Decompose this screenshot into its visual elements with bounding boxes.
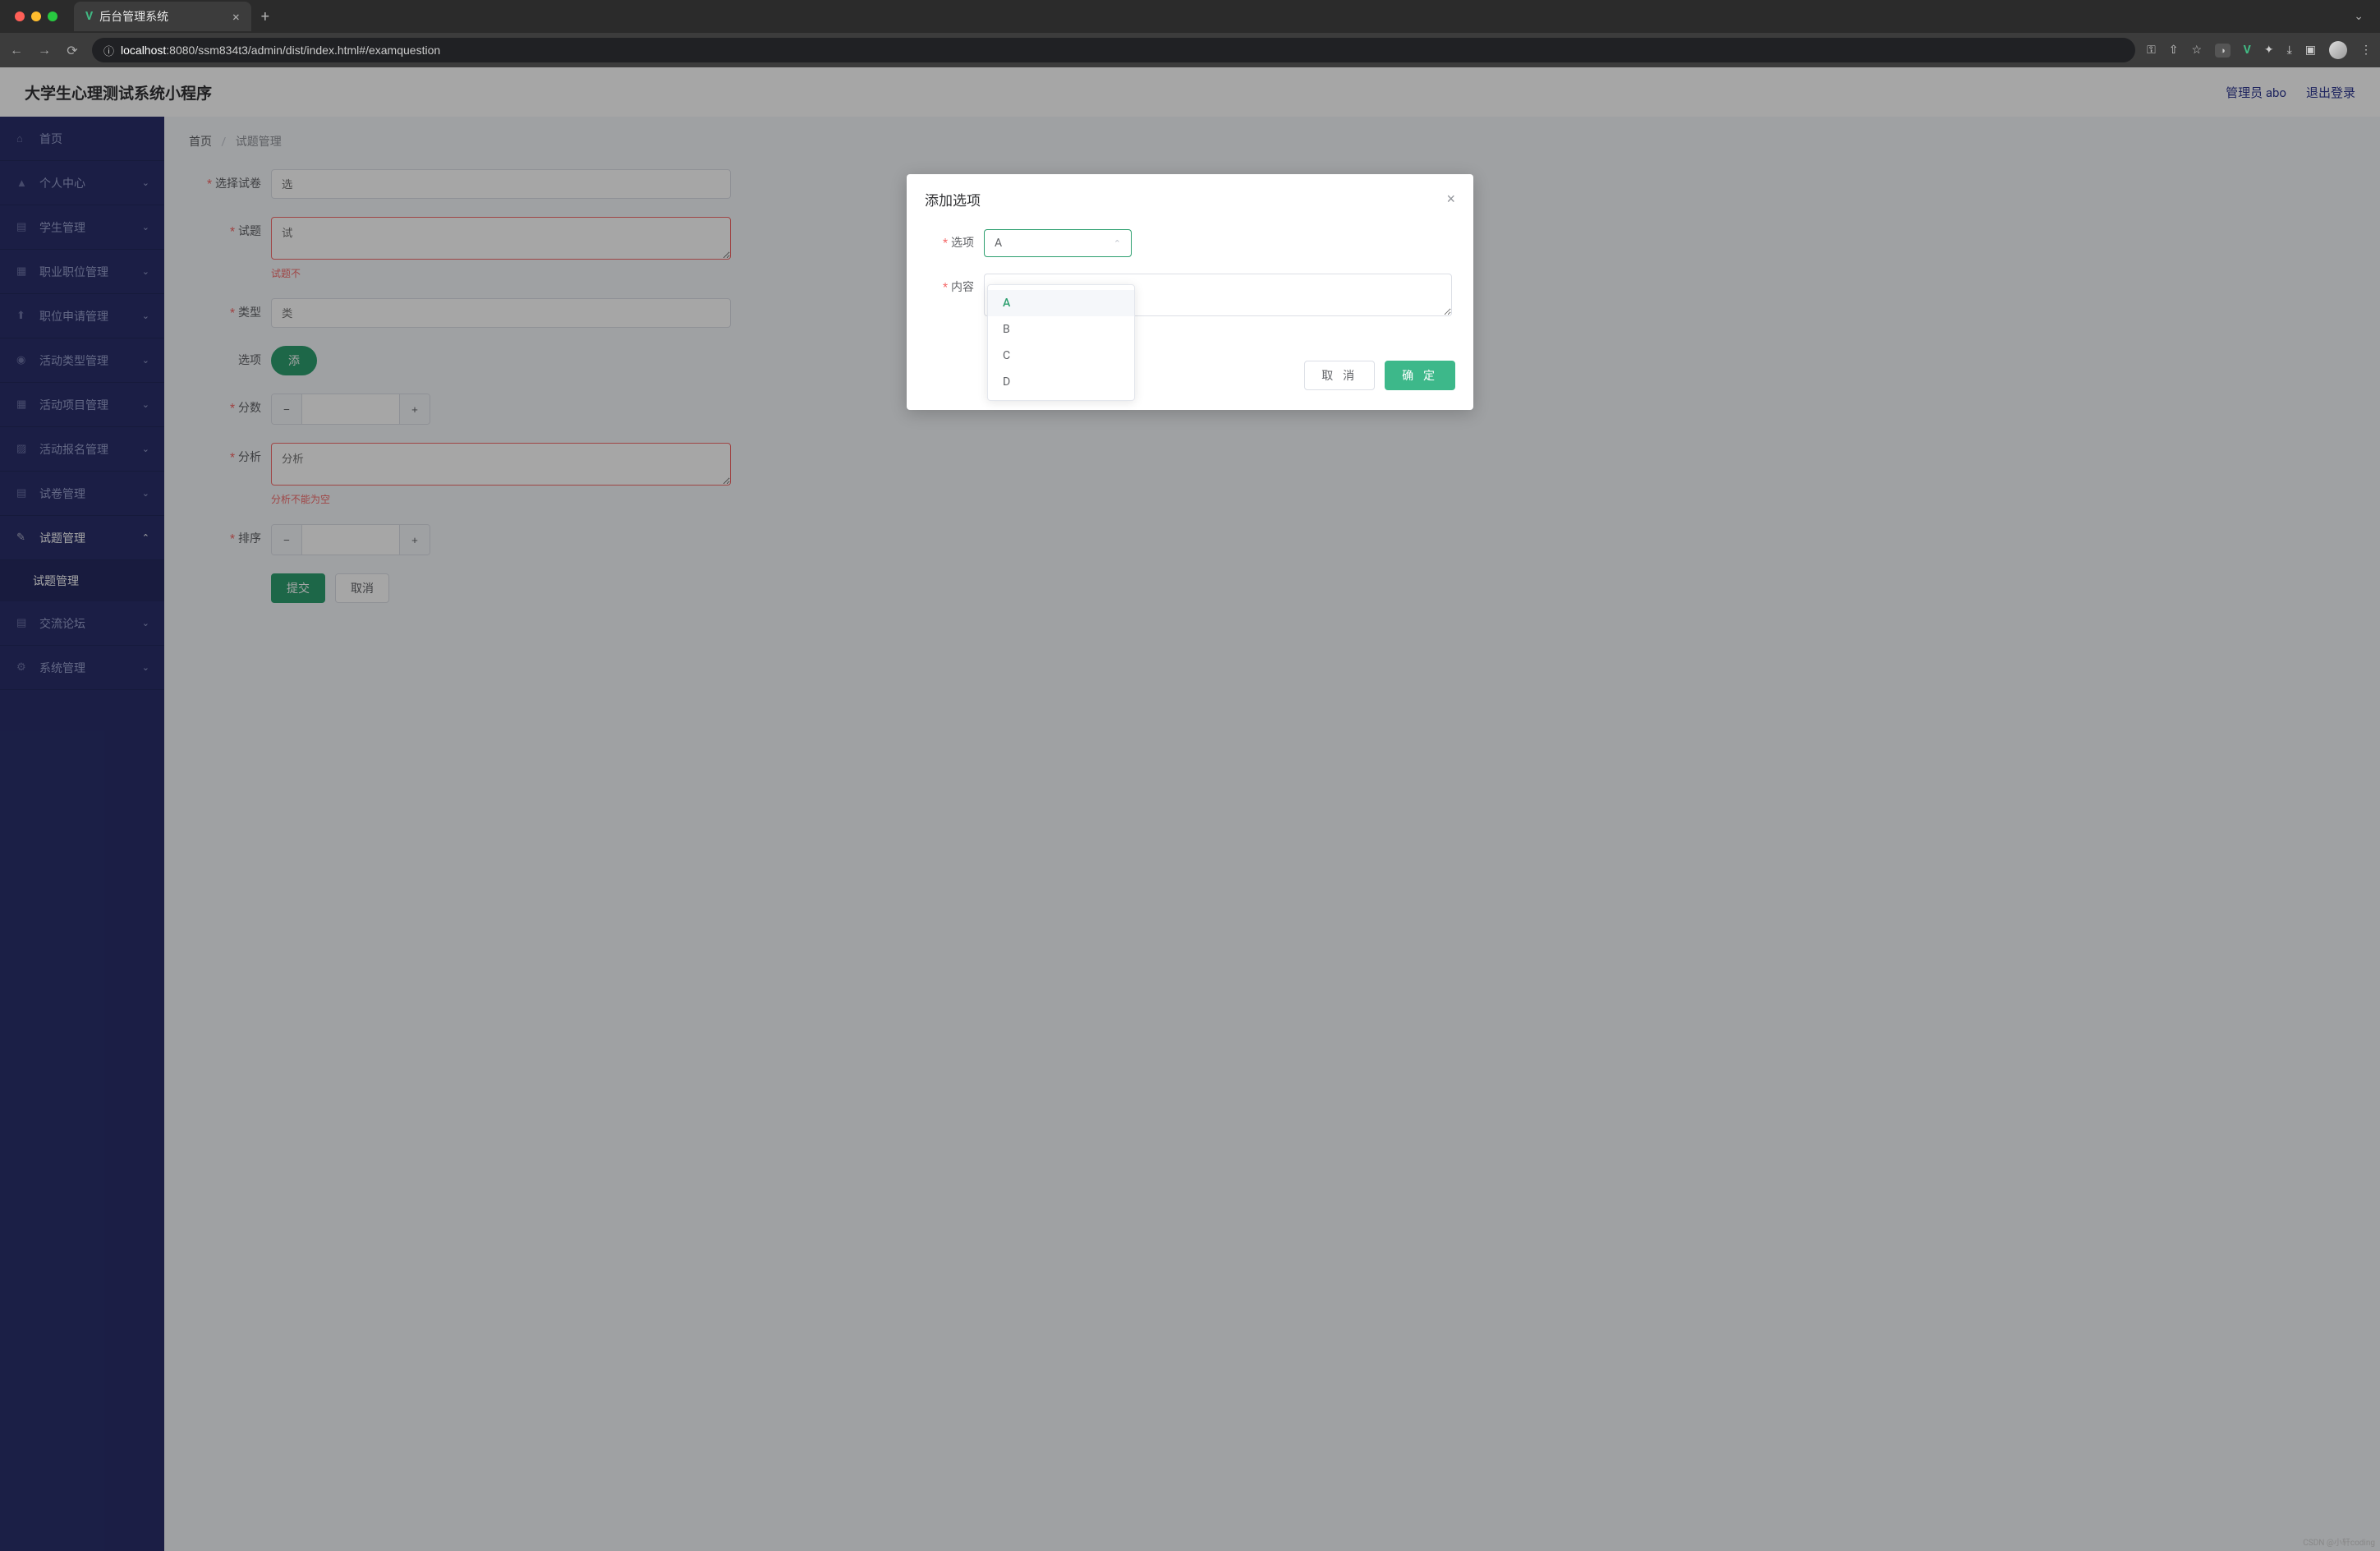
address-bar[interactable]: ⓘ localhost:8080/ssm834t3/admin/dist/ind…: [92, 38, 2135, 62]
label-content: 内容: [926, 274, 984, 301]
modal-ok-button[interactable]: 确 定: [1385, 361, 1455, 390]
add-option-modal: 添加选项 × 选项 A ⌃ 内容: [907, 174, 1473, 410]
dropdown-item-a[interactable]: A: [988, 290, 1134, 316]
option-select-value: A: [995, 237, 1002, 250]
maximize-window-icon[interactable]: [48, 12, 57, 21]
watermark: CSDN @小轩coding: [2303, 1535, 2375, 1548]
close-window-icon[interactable]: [15, 12, 25, 21]
menu-icon[interactable]: ⋮: [2360, 44, 2372, 57]
back-icon[interactable]: ←: [8, 42, 25, 58]
tab-overflow-icon[interactable]: ⌄: [2354, 10, 2364, 23]
downloads-icon[interactable]: ⤓: [2287, 44, 2292, 57]
key-icon[interactable]: ⚿: [2147, 44, 2156, 57]
vue-devtools-icon[interactable]: V: [2244, 44, 2251, 57]
option-select[interactable]: A ⌃: [984, 229, 1132, 257]
close-tab-icon[interactable]: ×: [232, 9, 240, 25]
chevron-up-icon: ⌃: [1114, 238, 1121, 249]
modal-close-button[interactable]: ×: [1446, 191, 1455, 208]
app-root: 大学生心理测试系统小程序 管理员 abo 退出登录 ⌂首页 ▲个人中心⌄ ▤学生…: [0, 67, 2380, 1551]
minimize-window-icon[interactable]: [31, 12, 41, 21]
modal-cancel-button[interactable]: 取 消: [1304, 361, 1375, 390]
panel-icon[interactable]: ▣: [2305, 44, 2316, 57]
window-controls: [8, 12, 57, 21]
browser-tab[interactable]: V 后台管理系统 ×: [74, 2, 251, 31]
option-dropdown: A B C D: [987, 284, 1135, 401]
dropdown-item-b[interactable]: B: [988, 316, 1134, 343]
share-icon[interactable]: ⇧: [2169, 44, 2179, 57]
vue-icon: V: [85, 10, 93, 23]
dropdown-item-d[interactable]: D: [988, 369, 1134, 395]
extensions-icon[interactable]: ✦: [2264, 44, 2274, 57]
reload-icon[interactable]: ⟳: [64, 43, 80, 58]
url-text: localhost:8080/ssm834t3/admin/dist/index…: [121, 44, 440, 57]
dropdown-item-c[interactable]: C: [988, 343, 1134, 369]
bookmark-icon[interactable]: ☆: [2191, 44, 2202, 57]
site-info-icon[interactable]: ⓘ: [103, 43, 114, 58]
modal-title: 添加选项: [925, 189, 981, 209]
modal-overlay[interactable]: 添加选项 × 选项 A ⌃ 内容: [0, 67, 2380, 1551]
tab-title: 后台管理系统: [99, 8, 168, 25]
forward-icon[interactable]: →: [36, 42, 53, 58]
extension-icon[interactable]: ◑: [2215, 44, 2231, 58]
profile-avatar[interactable]: [2329, 41, 2347, 59]
label-option: 选项: [926, 229, 984, 257]
new-tab-button[interactable]: +: [261, 8, 269, 25]
browser-chrome: V 后台管理系统 × + ⌄ ← → ⟳ ⓘ localhost:8080/ss…: [0, 0, 2380, 67]
